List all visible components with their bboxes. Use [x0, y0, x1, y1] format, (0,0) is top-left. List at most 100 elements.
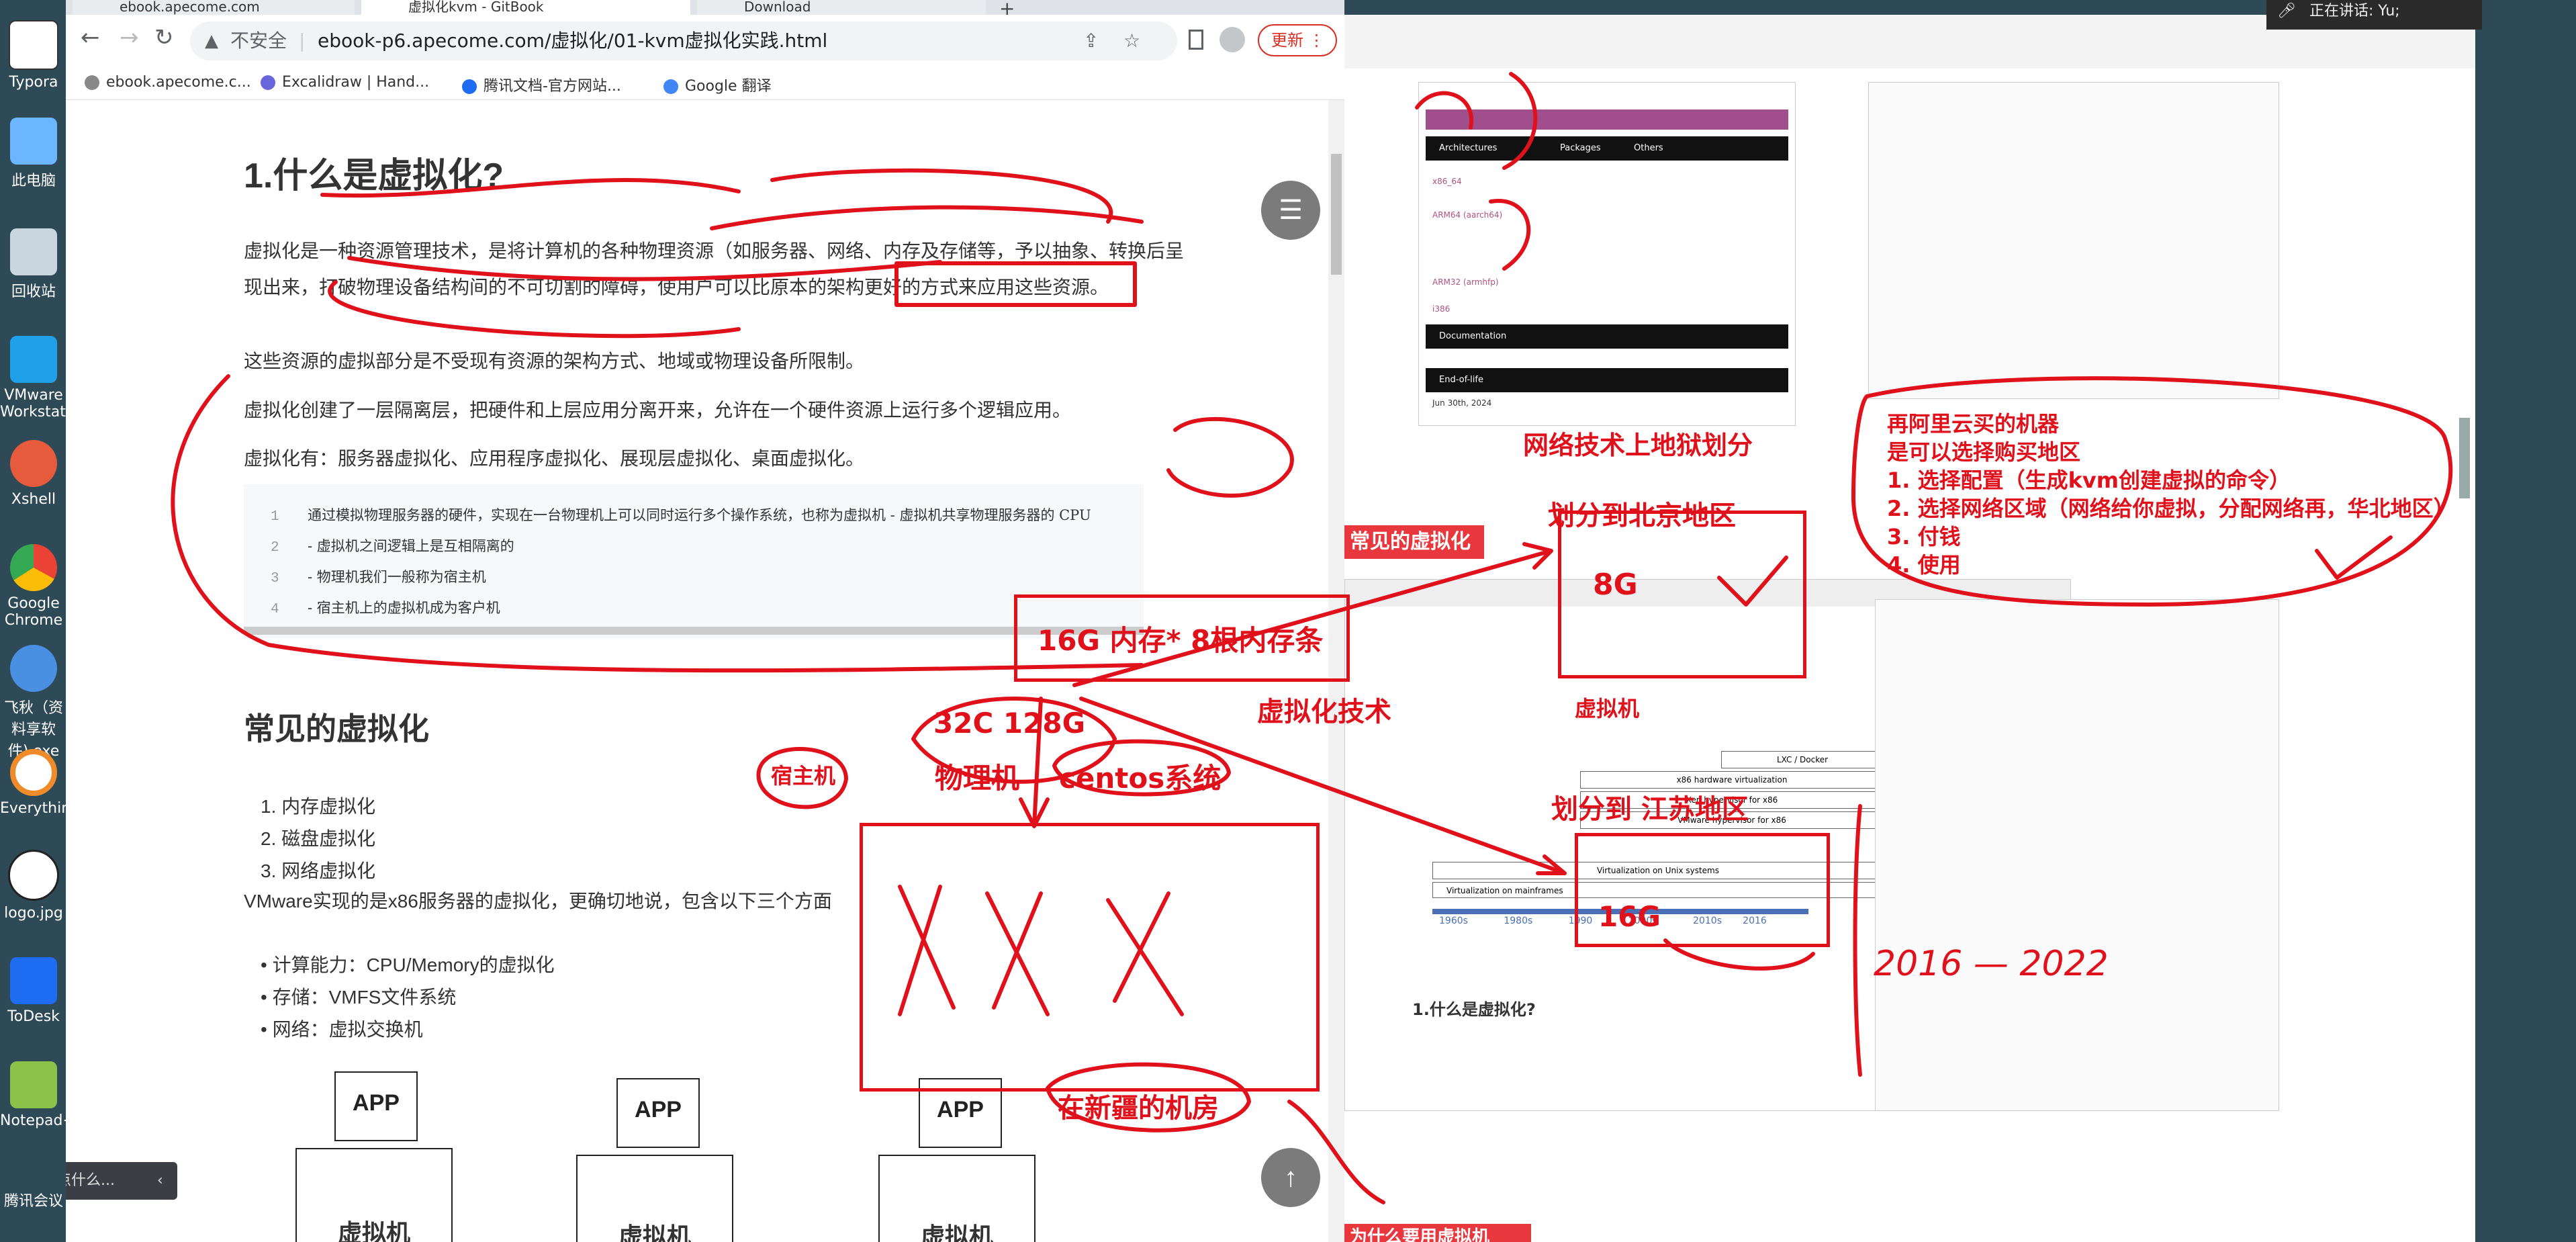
code-line: 2 - 虚拟机之间逻辑上是互相隔离的 — [271, 535, 514, 556]
centos-thumbnail: Architectures Packages Others x86_64 ARM… — [1418, 82, 1796, 426]
desktop-icon-label: 腾讯会议 — [3, 1193, 63, 1210]
bookmarks-bar: ebook.apecome.c... Excalidraw | Hand... … — [66, 67, 1344, 100]
warning-icon: ▲ — [205, 31, 218, 51]
code-scrollbar[interactable] — [244, 627, 1144, 635]
bookmark-excalidraw[interactable]: Excalidraw | Hand... — [261, 74, 429, 91]
desktop-icon-xshell[interactable]: Xshell — [0, 440, 67, 508]
timeline-label: 1960s — [1439, 916, 1468, 926]
scroll-top-icon[interactable]: ↑ — [1261, 1148, 1320, 1207]
tab-label: ebook.apecome.com — [120, 0, 260, 15]
desktop-icon-label: ToDesk — [7, 1008, 60, 1025]
paragraph: 这些资源的虚拟部分是不受现有资源的架构方式、地域或物理设备所限制。 — [244, 351, 865, 371]
bookmark-label: Excalidraw | Hand... — [282, 74, 430, 91]
tab-download[interactable]: Download — [697, 0, 986, 15]
security-label: 不安全 — [230, 30, 287, 52]
desktop-icon-logo-jpg[interactable]: logo.jpg — [0, 850, 67, 922]
annotation-text: 2016 — 2022 — [1874, 944, 2109, 984]
sidebar-icon[interactable] — [1189, 30, 1203, 50]
update-button[interactable]: 更新 ⋮ — [1258, 24, 1337, 56]
excalidraw-icon — [261, 75, 275, 90]
doc-header: Documentation — [1426, 324, 1788, 349]
profile-avatar[interactable] — [1220, 27, 1245, 52]
thumb-heading: 1.什么是虚拟化? — [1412, 1000, 1536, 1019]
annotation-text: 划分到北京地区 — [1548, 500, 1736, 531]
paragraph: 虚拟化有：服务器虚拟化、应用程序虚拟化、展现层虚拟化、桌面虚拟化。 — [244, 448, 865, 469]
collapse-icon[interactable]: ‹ — [157, 1162, 163, 1200]
table-cell: ARM64 (aarch64) — [1432, 210, 1503, 220]
kvm-thumbnail — [1868, 82, 2279, 399]
back-icon[interactable]: ← — [81, 24, 100, 51]
desktop-icon-tencent-meeting[interactable]: 腾讯会议 — [0, 1189, 67, 1229]
desktop-icon-this-pc[interactable]: 此电脑 — [0, 118, 67, 190]
list-item: 3. 网络虚拟化 — [261, 860, 376, 881]
forward-icon[interactable]: → — [120, 24, 139, 51]
annotation-line: 3. 付钱 — [1887, 524, 1961, 549]
desktop-icon-chrome[interactable]: Google Chrome — [0, 544, 67, 629]
thumb-banner — [1426, 109, 1788, 130]
tencent-docs-icon — [462, 79, 477, 94]
reload-icon[interactable]: ↻ — [154, 24, 174, 51]
desktop-icon-typora[interactable]: Typora — [0, 20, 67, 91]
panel-scrollbar[interactable] — [2459, 418, 2470, 498]
code-text: 通过模拟物理服务器的硬件，实现在一台物理机上可以同时运行多个操作系统，也称为虚拟… — [308, 507, 1091, 523]
chat-input-bar[interactable]: ☻ 说点什么... ‹ — [66, 1162, 177, 1200]
bookmark-label: ebook.apecome.c... — [106, 74, 251, 91]
code-text: - 物理机我们一般称为宿主机 — [308, 569, 486, 585]
line-number: 3 — [271, 571, 279, 586]
table-cell: i386 — [1432, 304, 1451, 314]
bookmark-ebook[interactable]: ebook.apecome.c... — [85, 74, 251, 91]
address-bar[interactable]: ▲ 不安全 | ebook-p6.apecome.com/虚拟化/01-kvm虚… — [190, 21, 1177, 60]
desktop-icon-feiqiu[interactable]: 飞秋（资料享软件).exe — [0, 645, 67, 760]
app-label: APP — [635, 1097, 682, 1122]
bookmark-label: 腾讯文档-官方网站... — [484, 78, 621, 95]
bookmark-google-translate[interactable]: Google 翻译 — [663, 74, 772, 95]
annotation-line: 1. 选择配置（生成kvm创建虚拟的命令） — [1887, 468, 2291, 493]
col-label: Architectures — [1439, 143, 1498, 153]
annotation-text: 划分到 江苏地区 — [1551, 794, 1749, 825]
globe-icon — [85, 75, 99, 90]
tab-label: Download — [744, 0, 811, 15]
desktop-icon-notepad[interactable]: Notepad++ — [0, 1061, 87, 1129]
vm-label: 虚拟机 — [920, 1223, 993, 1242]
whiteboard-panel: Architectures Packages Others x86_64 ARM… — [1344, 15, 2475, 1242]
translate-icon — [663, 79, 678, 94]
scrollbar-thumb[interactable] — [1331, 154, 1342, 275]
chat-placeholder: 说点什么... — [66, 1172, 115, 1189]
code-line: 4 - 宿主机上的虚拟机成为客户机 — [271, 597, 500, 617]
menu-icon[interactable]: ☰ — [1261, 181, 1320, 240]
update-label: 更新 — [1271, 31, 1303, 50]
bookmark-star-icon[interactable]: ☆ — [1123, 21, 1140, 60]
list-item: • 计算能力：CPU/Memory的虚拟化 — [261, 955, 555, 975]
paragraph: 虚拟化是一种资源管理技术，是将计算机的各种物理资源（如服务器、网络、内存及存储等… — [244, 240, 1185, 298]
desktop-icon-everything[interactable]: Everythin... — [0, 749, 85, 817]
annotation-text: 16G — [1598, 900, 1661, 933]
code-text: - 虚拟机之间逻辑上是互相隔离的 — [308, 538, 514, 554]
app-label: APP — [937, 1097, 984, 1122]
list-item: 1. 内存虚拟化 — [261, 796, 376, 817]
vm-box: 虚拟机 — [878, 1155, 1036, 1242]
desktop-icon-label: Typora — [9, 74, 58, 91]
vm-label: 虚拟机 — [618, 1223, 691, 1242]
list-item: • 存储：VMFS文件系统 — [261, 987, 457, 1008]
bookmark-tencent-docs[interactable]: 腾讯文档-官方网站... — [462, 74, 621, 95]
desktop-icon-recycle-bin[interactable]: 回收站 — [0, 228, 67, 301]
vm-box: 虚拟机 — [576, 1155, 733, 1242]
share-icon[interactable]: ⇪ — [1083, 21, 1099, 60]
annotation-line: 是可以选择购买地区 — [1887, 439, 2081, 465]
bookmark-label: Google 翻译 — [685, 78, 772, 95]
slides-thumbnail — [1875, 599, 2279, 1111]
desktop-icon-todesk[interactable]: ToDesk — [0, 957, 67, 1025]
annotation-line: 2. 选择网络区域（网络给你虚拟，分配网络再，华北地区） — [1887, 496, 2455, 521]
separator: | — [299, 30, 306, 52]
stack-box: x86 hardware virtualization — [1580, 771, 1884, 789]
code-line: 3 - 物理机我们一般称为宿主机 — [271, 566, 486, 586]
tab-ebook[interactable]: ebook.apecome.com — [73, 0, 355, 15]
url-text: ebook-p6.apecome.com/虚拟化/01-kvm虚拟化实践.htm… — [318, 30, 828, 52]
paragraph: 虚拟化创建了一层隔离层，把硬件和上层应用分离开来，允许在一个硬件资源上运行多个逻… — [244, 400, 1072, 420]
tab-gitbook[interactable]: 虚拟化kvm - GitBook — [361, 0, 690, 15]
section-tag: 为什么要用虚拟机 — [1344, 1224, 1531, 1242]
aliyun-notes: 再阿里云买的机器 是可以选择购买地区 1. 选择配置（生成kvm创建虚拟的命令）… — [1887, 410, 2455, 579]
app-box: APP — [334, 1071, 418, 1141]
desktop-icon-vmware[interactable]: VMware Workstat... — [0, 336, 80, 420]
speaker-label: 正在讲话: Yu; — [2309, 3, 2400, 19]
